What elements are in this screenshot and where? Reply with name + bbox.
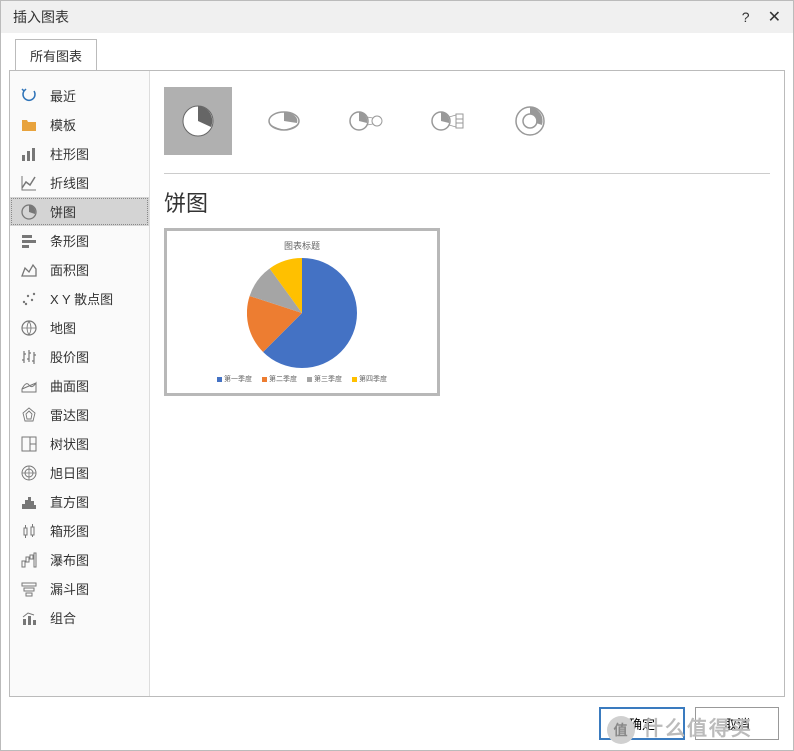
surface-chart-icon — [20, 377, 38, 395]
sidebar-item-templates[interactable]: 模板 — [10, 110, 149, 139]
boxwhisker-icon — [20, 522, 38, 540]
content-area: 最近 模板 柱形图 折线图 饼图 条形图 — [9, 70, 785, 697]
chart-preview[interactable]: 图表标题 第一季度 第二季度 第三季度 第四季度 — [164, 228, 440, 396]
sidebar-item-label: 组合 — [50, 608, 76, 627]
sidebar-item-label: 条形图 — [50, 231, 89, 250]
map-icon — [20, 319, 38, 337]
pie-subtype-row — [164, 87, 770, 174]
sidebar-item-pie[interactable]: 饼图 — [10, 197, 149, 226]
sidebar-item-label: 树状图 — [50, 434, 89, 453]
sidebar-item-label: 最近 — [50, 86, 76, 105]
subtype-doughnut[interactable] — [500, 91, 560, 151]
preview-chart-title: 图表标题 — [284, 239, 320, 252]
subtype-pie[interactable] — [164, 87, 232, 155]
sidebar-item-sunburst[interactable]: 旭日图 — [10, 458, 149, 487]
sidebar-item-line[interactable]: 折线图 — [10, 168, 149, 197]
stock-chart-icon — [20, 348, 38, 366]
sidebar-item-column[interactable]: 柱形图 — [10, 139, 149, 168]
chart-type-sidebar: 最近 模板 柱形图 折线图 饼图 条形图 — [10, 71, 150, 696]
sidebar-item-boxwhisker[interactable]: 箱形图 — [10, 516, 149, 545]
sidebar-item-label: 瀑布图 — [50, 550, 89, 569]
chart-type-title: 饼图 — [164, 186, 770, 218]
line-chart-icon — [20, 174, 38, 192]
sidebar-item-bar[interactable]: 条形图 — [10, 226, 149, 255]
help-icon[interactable]: ? — [742, 9, 750, 25]
folder-icon — [20, 116, 38, 134]
funnel-icon — [20, 580, 38, 598]
sidebar-item-area[interactable]: 面积图 — [10, 255, 149, 284]
sidebar-item-label: 柱形图 — [50, 144, 89, 163]
histogram-icon — [20, 493, 38, 511]
subtype-bar-of-pie[interactable] — [418, 91, 478, 151]
dialog-footer: 确定 取消 值 什么值得买 — [1, 697, 793, 750]
sidebar-item-radar[interactable]: 雷达图 — [10, 400, 149, 429]
close-icon[interactable]: ✕ — [768, 7, 781, 27]
sidebar-item-label: 模板 — [50, 115, 76, 134]
radar-chart-icon — [20, 406, 38, 424]
ok-button[interactable]: 确定 — [599, 707, 685, 740]
area-chart-icon — [20, 261, 38, 279]
subtype-pie-of-pie[interactable] — [336, 91, 396, 151]
sidebar-item-funnel[interactable]: 漏斗图 — [10, 574, 149, 603]
titlebar: 插入图表 ? ✕ — [1, 1, 793, 33]
main-panel: 饼图 图表标题 第一季度 第二季度 第三季度 第四季度 — [150, 71, 784, 696]
sidebar-item-label: 地图 — [50, 318, 76, 337]
sidebar-item-label: 箱形图 — [50, 521, 89, 540]
sidebar-item-label: 股价图 — [50, 347, 89, 366]
recent-icon — [20, 87, 38, 105]
pie-chart-icon — [20, 203, 38, 221]
bar-chart-icon — [20, 232, 38, 250]
sidebar-item-surface[interactable]: 曲面图 — [10, 371, 149, 400]
scatter-chart-icon — [20, 290, 38, 308]
sidebar-item-recent[interactable]: 最近 — [10, 81, 149, 110]
subtype-3d-pie[interactable] — [254, 91, 314, 151]
sidebar-item-label: 旭日图 — [50, 463, 89, 482]
sidebar-item-label: 直方图 — [50, 492, 89, 511]
sidebar-item-stock[interactable]: 股价图 — [10, 342, 149, 371]
tab-all-charts[interactable]: 所有图表 — [15, 39, 97, 71]
sidebar-item-label: 漏斗图 — [50, 579, 89, 598]
sidebar-item-label: X Y 散点图 — [50, 289, 113, 308]
sidebar-item-histogram[interactable]: 直方图 — [10, 487, 149, 516]
sidebar-item-label: 饼图 — [50, 202, 76, 221]
cancel-button[interactable]: 取消 — [695, 707, 779, 740]
sidebar-item-label: 雷达图 — [50, 405, 89, 424]
sidebar-item-waterfall[interactable]: 瀑布图 — [10, 545, 149, 574]
treemap-icon — [20, 435, 38, 453]
sunburst-icon — [20, 464, 38, 482]
waterfall-icon — [20, 551, 38, 569]
combo-chart-icon — [20, 609, 38, 627]
sidebar-item-label: 曲面图 — [50, 376, 89, 395]
preview-legend: 第一季度 第二季度 第三季度 第四季度 — [217, 374, 387, 384]
sidebar-item-treemap[interactable]: 树状图 — [10, 429, 149, 458]
sidebar-item-label: 面积图 — [50, 260, 89, 279]
sidebar-item-combo[interactable]: 组合 — [10, 603, 149, 632]
sidebar-item-scatter[interactable]: X Y 散点图 — [10, 284, 149, 313]
tab-row: 所有图表 — [1, 39, 793, 71]
sidebar-item-label: 折线图 — [50, 173, 89, 192]
preview-pie-svg — [247, 258, 357, 368]
dialog-title: 插入图表 — [13, 7, 69, 27]
sidebar-item-map[interactable]: 地图 — [10, 313, 149, 342]
insert-chart-dialog: 插入图表 ? ✕ 所有图表 最近 模板 柱形图 折线图 — [0, 0, 794, 751]
column-chart-icon — [20, 145, 38, 163]
